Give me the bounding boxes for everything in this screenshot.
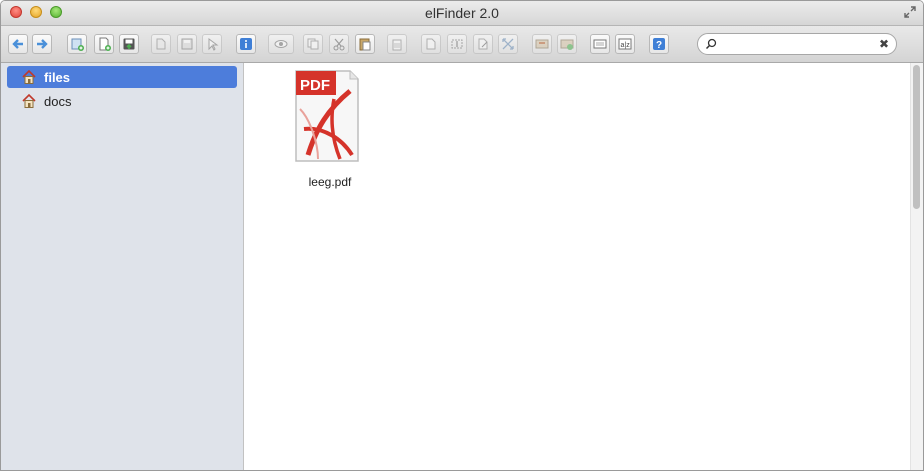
info-button[interactable] [236, 34, 256, 54]
new-file-button[interactable] [94, 34, 114, 54]
search-box[interactable]: ✖ [697, 33, 897, 55]
svg-text:a|z: a|z [621, 42, 631, 49]
sidebar-item-label: files [44, 70, 71, 85]
resize-icon [502, 38, 514, 50]
copy-button[interactable] [303, 34, 323, 54]
download-button[interactable] [177, 34, 197, 54]
upload-icon [123, 38, 135, 50]
home-icon [22, 69, 36, 84]
forward-button[interactable] [32, 34, 52, 54]
file-area[interactable]: PDF leeg.pdf [244, 63, 911, 470]
new-folder-button[interactable] [67, 34, 87, 54]
window-title: elFinder 2.0 [425, 5, 499, 21]
search-icon [705, 38, 717, 50]
archive-icon [535, 39, 549, 49]
sidebar-item-label: docs [44, 94, 72, 109]
paste-icon [359, 38, 371, 51]
extract-button[interactable] [557, 34, 577, 54]
file-item[interactable]: PDF leeg.pdf [290, 69, 370, 199]
pdf-badge-text: PDF [300, 77, 330, 94]
trash-icon [392, 39, 402, 51]
open-button[interactable] [151, 34, 171, 54]
new-file-icon [99, 37, 111, 51]
upload-button[interactable] [119, 34, 139, 54]
elfinder-window: elFinder 2.0 a|z ? ✖ files docs PDF leeg… [0, 0, 924, 471]
title-bar: elFinder 2.0 [1, 1, 923, 26]
view-icon [593, 39, 607, 49]
edit-button[interactable] [473, 34, 493, 54]
help-button[interactable]: ? [649, 34, 669, 54]
paste-button[interactable] [355, 34, 375, 54]
rename-button[interactable] [447, 34, 467, 54]
sidebar-tree: files docs [1, 63, 244, 470]
fullscreen-icon[interactable] [903, 5, 917, 19]
archive-button[interactable] [532, 34, 552, 54]
sidebar-item-docs[interactable]: docs [7, 90, 237, 112]
home-icon [22, 93, 36, 108]
toolbar: a|z ? ✖ [1, 26, 923, 63]
clear-search-icon[interactable]: ✖ [879, 37, 889, 51]
pdf-file-icon: PDF [295, 70, 359, 162]
download-icon [181, 38, 193, 50]
search-input[interactable] [720, 36, 874, 54]
file-name: leeg.pdf [308, 175, 352, 189]
sort-button[interactable]: a|z [615, 34, 635, 54]
vertical-scrollbar[interactable] [910, 63, 923, 470]
extract-icon [560, 39, 574, 50]
scissors-icon [333, 38, 345, 51]
arrow-right-icon [37, 39, 48, 49]
open-icon [156, 38, 166, 50]
rename-icon [451, 39, 463, 49]
new-folder-icon [71, 38, 84, 51]
duplicate-icon [426, 38, 436, 50]
resize-button[interactable] [498, 34, 518, 54]
delete-button[interactable] [387, 34, 407, 54]
svg-text:?: ? [656, 40, 662, 51]
edit-icon [478, 38, 488, 50]
cursor-icon [208, 38, 219, 51]
copy-icon [307, 38, 319, 50]
scrollbar-thumb[interactable] [913, 65, 920, 209]
quicklook-button[interactable] [268, 34, 294, 54]
back-button[interactable] [8, 34, 28, 54]
sidebar-item-files[interactable]: files [7, 66, 237, 88]
info-icon [240, 38, 252, 50]
eye-icon [274, 40, 288, 48]
cut-button[interactable] [329, 34, 349, 54]
arrow-left-icon [12, 39, 23, 49]
sort-icon: a|z [618, 38, 632, 50]
select-button[interactable] [202, 34, 222, 54]
help-icon: ? [653, 38, 665, 51]
view-button[interactable] [590, 34, 610, 54]
duplicate-button[interactable] [421, 34, 441, 54]
